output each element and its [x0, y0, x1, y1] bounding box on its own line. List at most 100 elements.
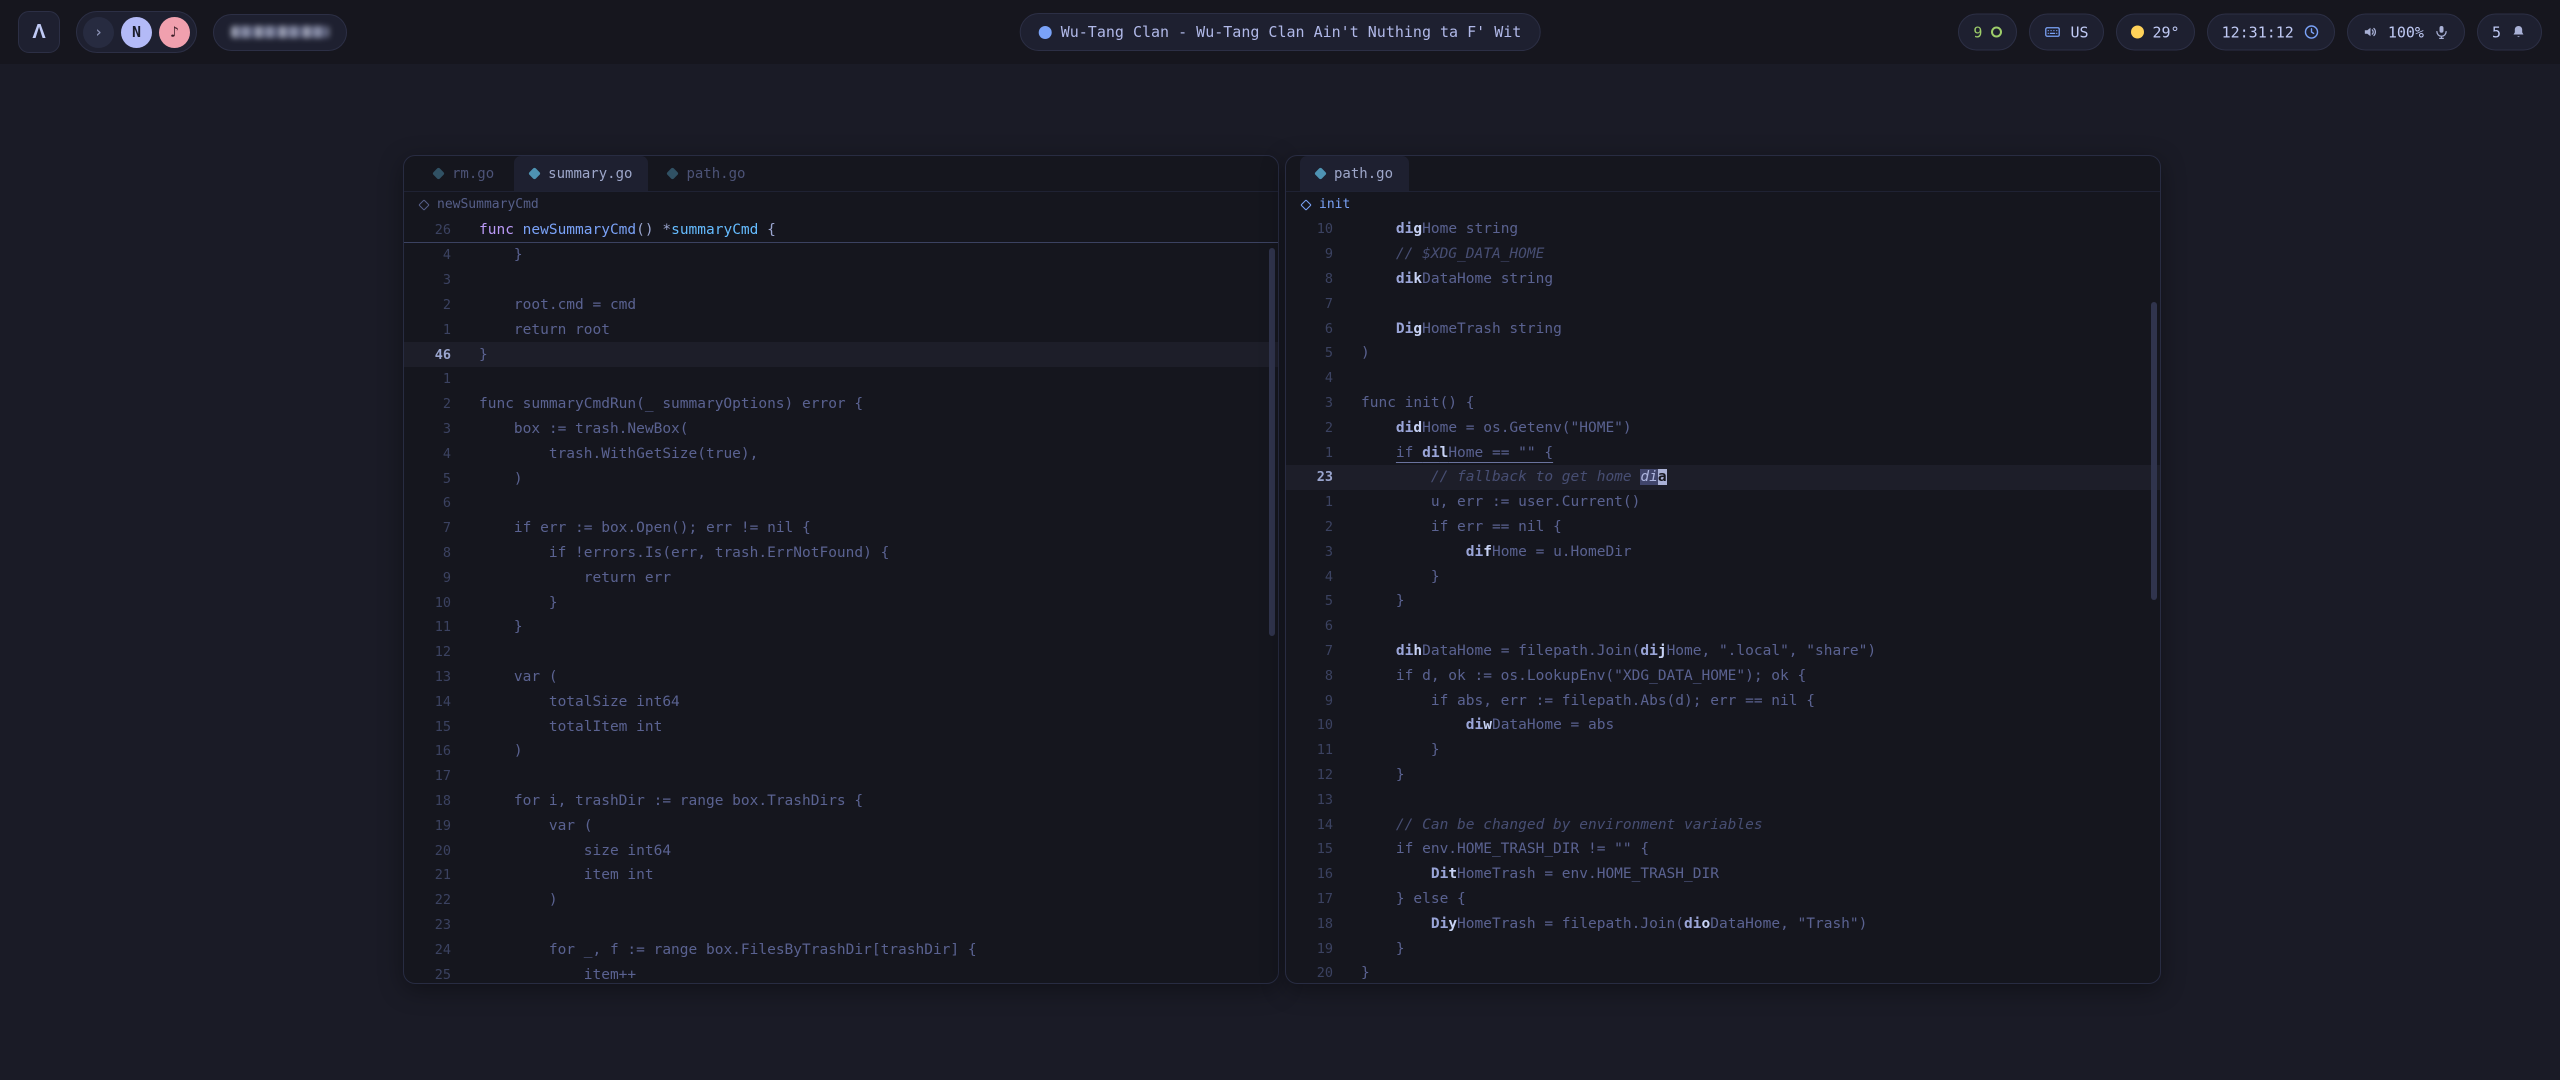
code-line[interactable]: 16 ) — [404, 739, 1278, 764]
launcher-button[interactable]: Λ — [18, 11, 60, 53]
code-line[interactable]: 3 — [404, 268, 1278, 293]
code-token: j — [1658, 643, 1667, 659]
code-line[interactable]: 13 var ( — [404, 665, 1278, 690]
code-line[interactable]: 12 — [404, 640, 1278, 665]
code-line[interactable]: 6 — [1286, 614, 2160, 639]
code-token: di — [1396, 221, 1413, 237]
code-line[interactable]: 6 — [404, 491, 1278, 516]
code-line[interactable]: 24 for _, f := range box.FilesByTrashDir… — [404, 937, 1278, 962]
code-line[interactable]: 3func init() { — [1286, 391, 2160, 416]
code-line[interactable]: 11 } — [404, 615, 1278, 640]
code-line[interactable]: 18 for i, trashDir := range box.TrashDir… — [404, 789, 1278, 814]
code-line[interactable]: 9 return err — [404, 565, 1278, 590]
code-line[interactable]: 1 if dilHome == "" { — [1286, 440, 2160, 465]
code-line[interactable]: 2 if err == nil { — [1286, 515, 2160, 540]
code-line[interactable]: 23 // fallback to get home dia — [1286, 465, 2160, 490]
code-line[interactable]: 3 difHome = u.HomeDir — [1286, 539, 2160, 564]
code-line[interactable]: 20 size int64 — [404, 838, 1278, 863]
code-token: } — [1361, 569, 1440, 585]
line-number: 15 — [1286, 841, 1333, 857]
clock-widget[interactable]: 12:31:12 — [2207, 14, 2335, 51]
line-number: 19 — [404, 818, 451, 834]
workspace-button-3[interactable]: ♪ — [159, 17, 190, 48]
code-line[interactable]: 6 DigHomeTrash string — [1286, 316, 2160, 341]
code-line[interactable]: 4 } — [404, 243, 1278, 268]
code-token — [1361, 271, 1396, 287]
code-line[interactable]: 25 item++ — [404, 962, 1278, 984]
scrollbar-thumb[interactable] — [2151, 302, 2157, 600]
code-line[interactable]: 22 ) — [404, 888, 1278, 913]
code-token: item++ — [479, 967, 636, 983]
code-line[interactable]: 8 dikDataHome string — [1286, 267, 2160, 292]
code-line[interactable]: 21 item int — [404, 863, 1278, 888]
code-line[interactable]: 11 } — [1286, 738, 2160, 763]
indicator-widget[interactable]: 9 — [1958, 14, 2017, 51]
code-line[interactable]: 14 totalSize int64 — [404, 689, 1278, 714]
code-line[interactable]: 10 digHome string — [1286, 217, 2160, 242]
code-line-text: DigHomeTrash string — [1361, 321, 1562, 337]
code-line[interactable]: 46} — [404, 342, 1278, 367]
line-number: 2 — [404, 396, 451, 412]
music-player-widget[interactable]: Wu-Tang Clan - Wu-Tang Clan Ain't Nuthin… — [1020, 13, 1541, 51]
scrollbar-thumb[interactable] — [1269, 248, 1275, 636]
code-line[interactable]: 4 — [1286, 366, 2160, 391]
code-line[interactable]: 7 if err := box.Open(); err != nil { — [404, 516, 1278, 541]
workspace-button-2[interactable]: N — [121, 17, 152, 48]
tab-rm.go[interactable]: rm.go — [418, 156, 510, 191]
code-line[interactable]: 10 diwDataHome = abs — [1286, 713, 2160, 738]
code-line[interactable]: 17 } else { — [1286, 887, 2160, 912]
tab-bar: path.go — [1286, 156, 2160, 192]
code-line[interactable]: 7 — [1286, 291, 2160, 316]
breadcrumb[interactable]: init — [1286, 192, 2160, 217]
code-line[interactable]: 20} — [1286, 961, 2160, 984]
volume-widget[interactable]: 100% — [2347, 14, 2465, 51]
tab-path.go[interactable]: path.go — [1300, 156, 1409, 191]
code-line[interactable]: 4 trash.WithGetSize(true), — [404, 441, 1278, 466]
code-line[interactable]: 8 if !errors.Is(err, trash.ErrNotFound) … — [404, 541, 1278, 566]
tab-path.go[interactable]: path.go — [652, 156, 761, 191]
weather-widget[interactable]: 29° — [2116, 14, 2195, 51]
code-token: newSummaryCmd — [523, 222, 637, 238]
notifications-widget[interactable]: 5 — [2477, 14, 2542, 51]
code-line[interactable]: 9 if abs, err := filepath.Abs(d); err ==… — [1286, 688, 2160, 713]
code-line[interactable]: 10 } — [404, 590, 1278, 615]
code-token: var ( — [479, 669, 558, 685]
code-line[interactable]: 18 DiyHomeTrash = filepath.Join(dioDataH… — [1286, 911, 2160, 936]
code-line[interactable]: 23 — [404, 913, 1278, 938]
code-token: DataHome, "Trash") — [1710, 916, 1867, 932]
window-title-widget[interactable] — [213, 14, 347, 51]
code-line[interactable]: 1 — [404, 367, 1278, 392]
code-token: () — [636, 222, 653, 238]
code-line[interactable]: 19 } — [1286, 936, 2160, 961]
code-line[interactable]: 15 if env.HOME_TRASH_DIR != "" { — [1286, 837, 2160, 862]
code-token: Di — [1431, 916, 1448, 932]
code-line[interactable]: 16 DitHomeTrash = env.HOME_TRASH_DIR — [1286, 862, 2160, 887]
code-line[interactable]: 7 dihDataHome = filepath.Join(dijHome, "… — [1286, 639, 2160, 664]
code-line[interactable]: 12 } — [1286, 763, 2160, 788]
code-line[interactable]: 2 root.cmd = cmd — [404, 293, 1278, 318]
workspace-button-1[interactable]: › — [83, 17, 114, 48]
code-line[interactable]: 5) — [1286, 341, 2160, 366]
code-line[interactable]: 5 ) — [404, 466, 1278, 491]
code-line[interactable]: 3 box := trash.NewBox( — [404, 417, 1278, 442]
code-line[interactable]: 19 var ( — [404, 813, 1278, 838]
keyboard-layout-widget[interactable]: US — [2029, 14, 2103, 51]
code-line[interactable]: 13 — [1286, 787, 2160, 812]
code-token: y — [1448, 916, 1457, 932]
code-token: g — [1413, 321, 1422, 337]
code-line[interactable]: 4 } — [1286, 564, 2160, 589]
code-line[interactable]: 5 } — [1286, 589, 2160, 614]
tab-summary.go[interactable]: summary.go — [514, 156, 648, 191]
code-token: } — [1361, 767, 1405, 783]
code-line[interactable]: 1 u, err := user.Current() — [1286, 490, 2160, 515]
code-line[interactable]: 1 return root — [404, 317, 1278, 342]
code-line[interactable]: 15 totalItem int — [404, 714, 1278, 739]
code-line[interactable]: 2func summaryCmdRun(_ summaryOptions) er… — [404, 392, 1278, 417]
code-line[interactable]: 17 — [404, 764, 1278, 789]
line-number: 18 — [404, 793, 451, 809]
code-line[interactable]: 14 // Can be changed by environment vari… — [1286, 812, 2160, 837]
code-line[interactable]: 9 // $XDG_DATA_HOME — [1286, 242, 2160, 267]
code-line[interactable]: 2 didHome = os.Getenv("HOME") — [1286, 415, 2160, 440]
code-line[interactable]: 8 if d, ok := os.LookupEnv("XDG_DATA_HOM… — [1286, 663, 2160, 688]
breadcrumb[interactable]: newSummaryCmd — [404, 192, 1278, 217]
